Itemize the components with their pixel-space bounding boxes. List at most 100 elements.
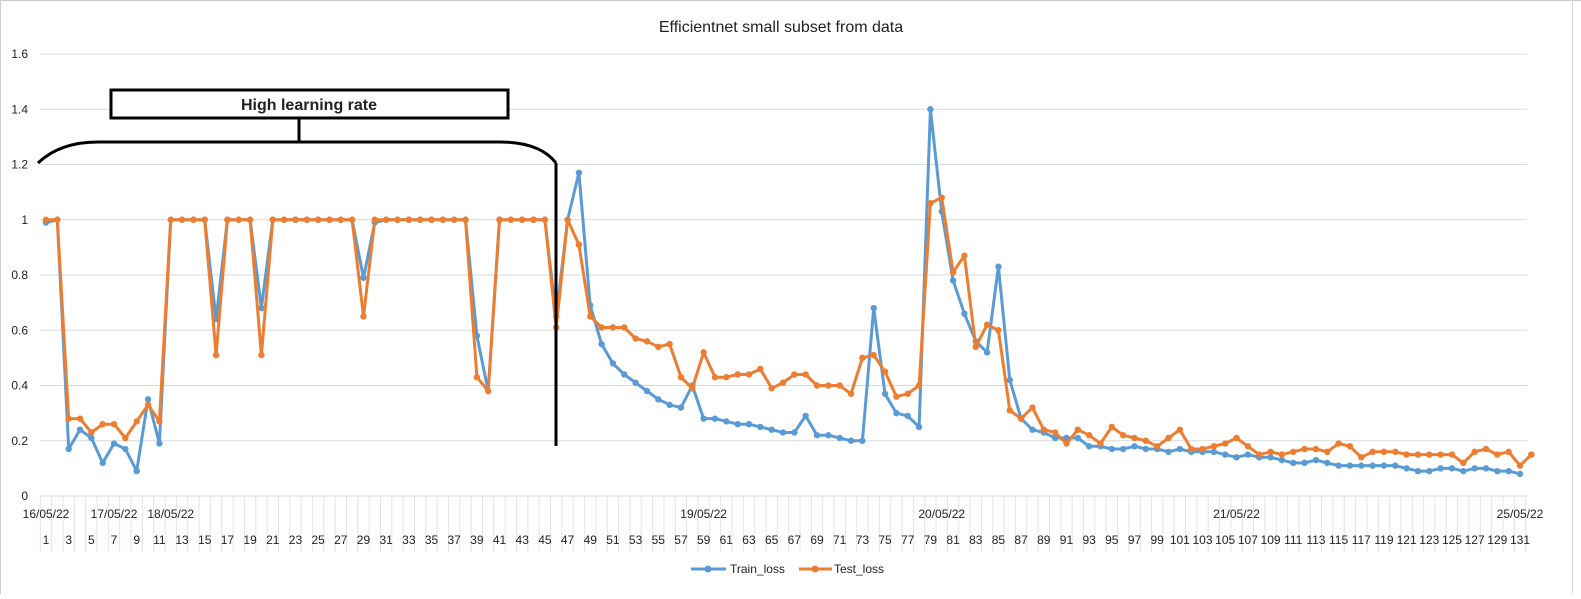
data-point xyxy=(1029,404,1036,411)
x-tick-label: 131 xyxy=(1510,533,1530,547)
data-point xyxy=(1187,445,1195,453)
data-point xyxy=(1516,470,1524,478)
y-tick-label: 1.2 xyxy=(11,158,28,172)
data-point xyxy=(110,420,118,428)
series-test-loss xyxy=(42,194,1535,469)
x-date-label: 20/05/22 xyxy=(918,507,965,521)
data-point xyxy=(450,216,458,223)
data-point xyxy=(961,310,968,317)
x-tick-label: 53 xyxy=(629,533,643,547)
data-point xyxy=(893,409,900,417)
x-tick-label: 3 xyxy=(65,533,72,547)
y-tick-label: 0.4 xyxy=(11,379,28,393)
data-point xyxy=(1358,454,1365,461)
data-point xyxy=(382,216,390,223)
data-point xyxy=(485,387,492,395)
x-tick-label: 29 xyxy=(357,533,371,547)
y-tick-label: 0 xyxy=(21,489,28,503)
data-point xyxy=(1392,462,1399,469)
data-point xyxy=(1119,445,1127,453)
x-tick-label: 105 xyxy=(1215,533,1235,547)
data-point xyxy=(711,374,719,381)
x-tick-label: 67 xyxy=(788,533,802,547)
data-point xyxy=(1051,429,1059,436)
legend-item-train-loss[interactable]: Train_loss xyxy=(691,562,785,576)
data-point xyxy=(779,379,787,386)
data-point xyxy=(609,360,617,367)
x-tick-label: 31 xyxy=(379,533,393,547)
data-point xyxy=(575,241,583,248)
data-point xyxy=(779,429,787,436)
data-point xyxy=(643,338,651,345)
data-point xyxy=(598,340,605,348)
data-point xyxy=(235,216,242,223)
data-point xyxy=(1392,448,1399,455)
data-point xyxy=(655,343,662,351)
frame-top-border xyxy=(0,0,1581,1)
data-point xyxy=(768,385,775,392)
x-tick-label: 63 xyxy=(742,533,756,547)
y-tick-label: 1.4 xyxy=(11,102,28,116)
data-point xyxy=(689,385,696,392)
data-point xyxy=(1301,445,1308,453)
x-tick-label: 69 xyxy=(810,533,824,547)
data-point xyxy=(961,252,968,259)
data-point xyxy=(1312,445,1320,453)
data-point xyxy=(768,426,775,433)
data-point xyxy=(1119,432,1127,439)
data-point xyxy=(745,371,753,378)
data-point xyxy=(1006,376,1013,384)
data-point xyxy=(1142,437,1150,444)
y-tick-label: 0.8 xyxy=(11,268,28,282)
x-date-label: 19/05/22 xyxy=(680,507,727,521)
data-point xyxy=(836,434,843,442)
data-point xyxy=(190,216,197,223)
data-point xyxy=(655,396,662,403)
legend-item-test-loss[interactable]: Test_loss xyxy=(799,562,884,576)
x-tick-label: 103 xyxy=(1193,533,1213,547)
data-point xyxy=(757,423,764,431)
x-tick-label: 57 xyxy=(674,533,688,547)
data-point xyxy=(178,216,186,223)
data-point xyxy=(133,467,140,475)
x-tick-label: 77 xyxy=(901,533,915,547)
x-tick-label: 89 xyxy=(1037,533,1051,547)
data-point xyxy=(473,374,481,381)
data-point xyxy=(269,216,276,223)
data-point xyxy=(1505,467,1512,475)
data-point xyxy=(1290,448,1297,455)
data-point xyxy=(462,216,469,223)
data-point xyxy=(949,277,957,284)
data-point xyxy=(88,429,95,436)
chart-area: Efficientnet small subset from data 0 0.2… xyxy=(0,0,1581,594)
data-point xyxy=(1471,448,1478,455)
x-tick-label: 113 xyxy=(1306,533,1325,547)
high-learning-rate-annotation: High learning rate xyxy=(36,88,558,446)
x-tick-label: 95 xyxy=(1105,533,1119,547)
data-point xyxy=(915,382,923,389)
legend-train-loss-label: Train_loss xyxy=(730,562,785,576)
frame-right-border xyxy=(1572,0,1573,594)
chart-title: Efficientnet small subset from data xyxy=(659,19,903,36)
x-tick-label: 59 xyxy=(697,533,711,547)
data-point xyxy=(621,324,628,331)
data-point xyxy=(519,216,526,223)
data-point xyxy=(802,412,809,420)
data-point xyxy=(870,304,877,312)
data-point xyxy=(1380,448,1388,455)
data-point xyxy=(859,354,866,362)
data-point xyxy=(847,390,855,397)
x-tick-label: 13 xyxy=(175,533,189,547)
data-point xyxy=(371,216,379,223)
data-point xyxy=(1006,407,1013,414)
data-point xyxy=(632,335,639,342)
data-point xyxy=(394,216,401,223)
x-tick-label: 73 xyxy=(856,533,870,547)
data-point xyxy=(621,371,628,378)
data-point xyxy=(144,401,152,409)
y-tick-label: 1.6 xyxy=(11,47,28,61)
data-point xyxy=(99,459,106,467)
frame-left-border xyxy=(0,0,1,594)
data-point xyxy=(791,429,798,436)
legend: Train_loss Test_loss xyxy=(691,562,884,576)
